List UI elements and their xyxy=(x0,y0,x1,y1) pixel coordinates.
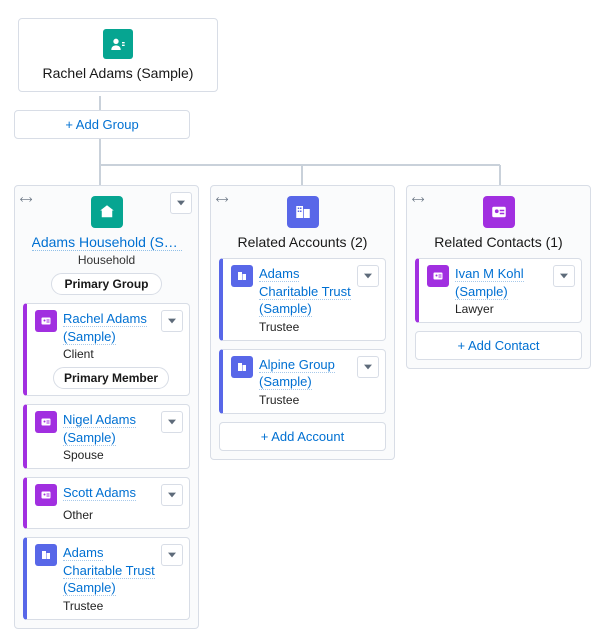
account-icon xyxy=(35,544,57,566)
member-name-link[interactable]: Scott Adams xyxy=(63,485,136,501)
household-panel: ⤢ Adams Household (Sam… Household Primar… xyxy=(14,185,199,629)
contact-role: Lawyer xyxy=(455,302,575,316)
related-contacts-title: Related Contacts (1) xyxy=(434,234,562,250)
contact-card-icon xyxy=(427,265,449,287)
household-menu-button[interactable] xyxy=(170,192,192,214)
account-menu-button[interactable] xyxy=(357,356,379,378)
member-menu-button[interactable] xyxy=(161,544,183,566)
contacts-icon xyxy=(483,196,515,228)
member-card: Adams Charitable Trust (Sample) Trustee xyxy=(23,537,190,620)
member-menu-button[interactable] xyxy=(161,411,183,433)
member-role: Spouse xyxy=(63,448,183,462)
household-title-link[interactable]: Adams Household (Sam… xyxy=(32,234,182,251)
add-group-button[interactable]: + Add Group xyxy=(14,110,190,139)
root-contact-name: Rachel Adams (Sample) xyxy=(43,65,194,81)
account-role: Trustee xyxy=(259,393,379,407)
contact-card-icon xyxy=(35,484,57,506)
member-role: Other xyxy=(63,508,183,522)
member-card: Nigel Adams (Sample) Spouse xyxy=(23,404,190,469)
member-card: Scott Adams Other xyxy=(23,477,190,529)
member-card: Rachel Adams (Sample) Client Primary Mem… xyxy=(23,303,190,396)
contact-card-icon xyxy=(35,310,57,332)
related-accounts-title: Related Accounts (2) xyxy=(238,234,368,250)
member-name-link[interactable]: Adams Charitable Trust (Sample) xyxy=(63,545,155,596)
member-menu-button[interactable] xyxy=(161,484,183,506)
add-account-button[interactable]: + Add Account xyxy=(219,422,386,451)
member-role: Trustee xyxy=(63,599,183,613)
related-accounts-panel: ⤢ Related Accounts (2) Adams Charitable … xyxy=(210,185,395,460)
primary-group-chip: Primary Group xyxy=(51,273,161,295)
account-icon xyxy=(231,356,253,378)
member-name-link[interactable]: Nigel Adams (Sample) xyxy=(63,412,136,446)
contact-icon xyxy=(103,29,133,59)
account-role: Trustee xyxy=(259,320,379,334)
account-card: Alpine Group (Sample) Trustee xyxy=(219,349,386,414)
account-card: Adams Charitable Trust (Sample) Trustee xyxy=(219,258,386,341)
household-icon xyxy=(91,196,123,228)
contact-name-link[interactable]: Ivan M Kohl (Sample) xyxy=(455,266,524,300)
contact-card-icon xyxy=(35,411,57,433)
accounts-icon xyxy=(287,196,319,228)
contact-card: Ivan M Kohl (Sample) Lawyer xyxy=(415,258,582,323)
related-contacts-panel: ⤢ Related Contacts (1) Ivan M Kohl (Samp… xyxy=(406,185,591,369)
primary-member-chip: Primary Member xyxy=(53,367,169,389)
member-role: Client xyxy=(63,347,183,361)
account-name-link[interactable]: Alpine Group (Sample) xyxy=(259,357,335,391)
account-menu-button[interactable] xyxy=(357,265,379,287)
contact-menu-button[interactable] xyxy=(553,265,575,287)
account-name-link[interactable]: Adams Charitable Trust (Sample) xyxy=(259,266,351,317)
member-name-link[interactable]: Rachel Adams (Sample) xyxy=(63,311,147,345)
root-contact-card: Rachel Adams (Sample) xyxy=(18,18,218,92)
household-subtitle: Household xyxy=(78,253,135,267)
member-menu-button[interactable] xyxy=(161,310,183,332)
add-contact-button[interactable]: + Add Contact xyxy=(415,331,582,360)
account-icon xyxy=(231,265,253,287)
